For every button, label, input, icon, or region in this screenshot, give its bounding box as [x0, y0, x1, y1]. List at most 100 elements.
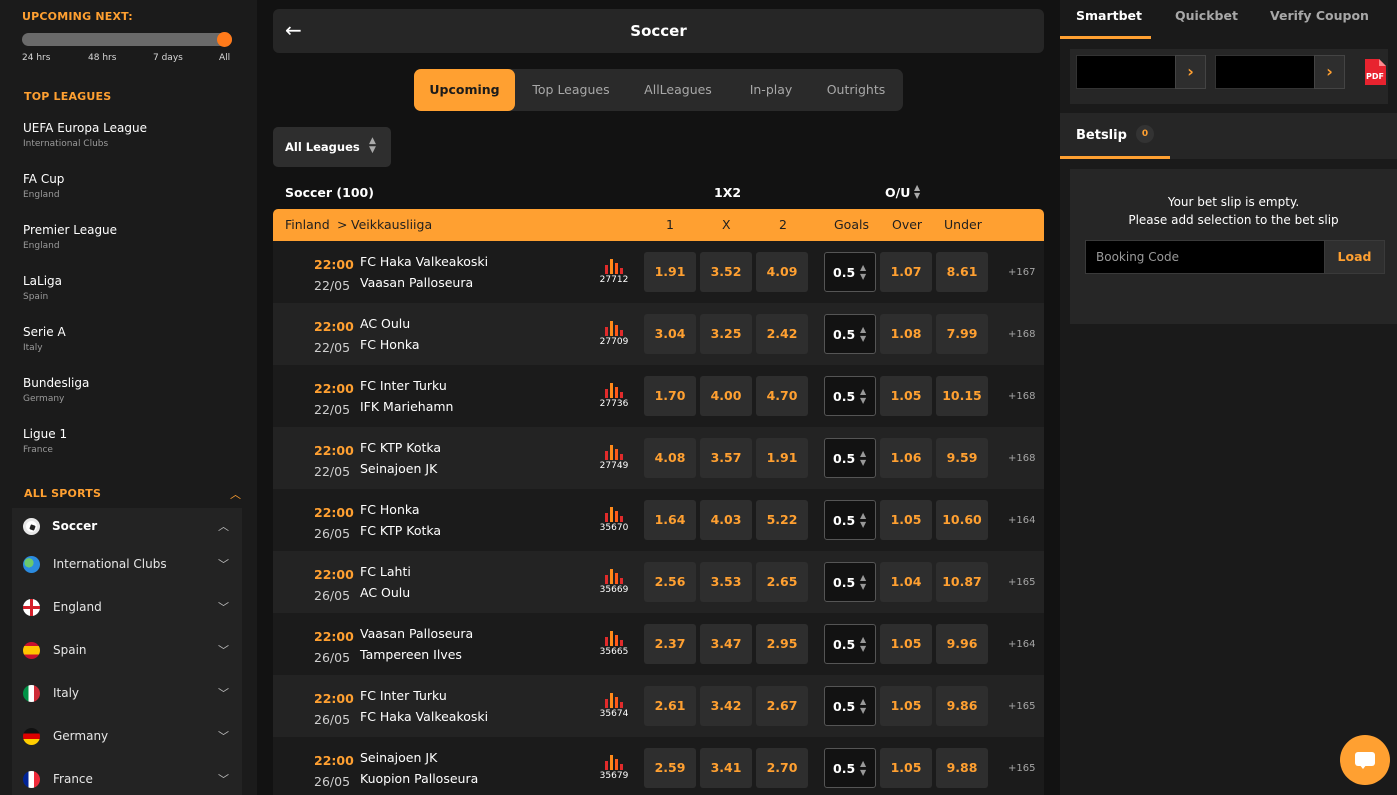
tab-upcoming[interactable]: Upcoming [414, 69, 515, 111]
odds-away-button[interactable]: 2.65 [756, 562, 808, 602]
away-team[interactable]: Vaasan Palloseura [360, 275, 473, 290]
tab-top-leagues[interactable]: Top Leagues [521, 69, 621, 111]
more-markets-link[interactable]: +165 [1008, 701, 1035, 712]
odds-home-button[interactable]: 2.61 [644, 686, 696, 726]
country-item-spain[interactable]: Spain ﹀ [12, 632, 242, 668]
stats-link[interactable]: 35679 [599, 755, 629, 781]
odds-under-button[interactable]: 7.99 [936, 314, 988, 354]
league-item[interactable]: LaLiga Spain [23, 274, 62, 302]
chevron-down-icon[interactable]: ﹀ [218, 685, 229, 701]
away-team[interactable]: FC Haka Valkeakoski [360, 709, 488, 724]
tab-verify-coupon[interactable]: Verify Coupon [1270, 8, 1369, 23]
odds-over-button[interactable]: 1.06 [880, 438, 932, 478]
match-row[interactable]: 22:00 22/05 FC KTP Kotka Seinajoen JK 27749 4… [273, 427, 1044, 489]
odds-draw-button[interactable]: 3.52 [700, 252, 752, 292]
odds-over-button[interactable]: 1.07 [880, 252, 932, 292]
more-markets-link[interactable]: +168 [1008, 453, 1035, 464]
sport-item-soccer[interactable]: Soccer ︿ [12, 508, 242, 544]
chevron-up-icon[interactable]: ︿ [218, 518, 229, 534]
stats-link[interactable]: 27709 [599, 321, 629, 347]
slider-label-24h[interactable]: 24 hrs [22, 53, 50, 63]
odds-home-button[interactable]: 2.37 [644, 624, 696, 664]
odds-home-button[interactable]: 1.64 [644, 500, 696, 540]
breadcrumb-league[interactable]: Veikkausliiga [351, 217, 432, 232]
odds-home-button[interactable]: 2.56 [644, 562, 696, 602]
away-team[interactable]: Seinajoen JK [360, 461, 437, 476]
goals-line-select[interactable]: 0.5 ▲ ▼ [824, 376, 876, 416]
stats-link[interactable]: 27712 [599, 259, 629, 285]
load-button[interactable]: Load [1324, 240, 1385, 274]
match-row[interactable]: 22:00 26/05 Vaasan Palloseura Tampereen Ilv… [273, 613, 1044, 675]
tab-outrights[interactable]: Outrights [816, 69, 896, 111]
more-markets-link[interactable]: +164 [1008, 515, 1035, 526]
tab-quickbet[interactable]: Quickbet [1175, 8, 1238, 23]
odds-home-button[interactable]: 4.08 [644, 438, 696, 478]
league-item[interactable]: Bundesliga Germany [23, 376, 89, 404]
home-team[interactable]: Vaasan Palloseura [360, 626, 473, 641]
odds-away-button[interactable]: 2.70 [756, 748, 808, 788]
away-team[interactable]: IFK Mariehamn [360, 399, 453, 414]
odds-over-button[interactable]: 1.08 [880, 314, 932, 354]
goals-line-select[interactable]: 0.5 ▲ ▼ [824, 686, 876, 726]
country-item-england[interactable]: England ﹀ [12, 589, 242, 625]
country-item-france[interactable]: France ﹀ [12, 761, 242, 795]
odds-away-button[interactable]: 1.91 [756, 438, 808, 478]
chevron-down-icon[interactable]: ﹀ [218, 599, 229, 615]
away-team[interactable]: FC KTP Kotka [360, 523, 441, 538]
league-item[interactable]: Serie A Italy [23, 325, 66, 353]
more-markets-link[interactable]: +165 [1008, 577, 1035, 588]
slider-label-48h[interactable]: 48 hrs [88, 53, 116, 63]
country-item-international-clubs[interactable]: International Clubs ﹀ [12, 546, 242, 582]
breadcrumb-country[interactable]: Finland [285, 217, 330, 232]
chevron-up-icon[interactable]: ︿ [230, 486, 241, 502]
more-markets-link[interactable]: +164 [1008, 639, 1035, 650]
odds-draw-button[interactable]: 3.57 [700, 438, 752, 478]
chevron-down-icon[interactable]: ﹀ [218, 728, 229, 744]
odds-away-button[interactable]: 4.09 [756, 252, 808, 292]
time-range-slider[interactable] [22, 32, 232, 47]
betslip-title[interactable]: Betslip [1076, 128, 1127, 143]
odds-over-button[interactable]: 1.04 [880, 562, 932, 602]
goals-line-select[interactable]: 0.5 ▲ ▼ [824, 562, 876, 602]
chevron-down-icon[interactable]: ﹀ [218, 642, 229, 658]
stats-link[interactable]: 35669 [599, 569, 629, 595]
more-markets-link[interactable]: +167 [1008, 267, 1035, 278]
odds-under-button[interactable]: 9.86 [936, 686, 988, 726]
odds-away-button[interactable]: 2.42 [756, 314, 808, 354]
goals-line-select[interactable]: 0.5 ▲ ▼ [824, 314, 876, 354]
league-item[interactable]: FA Cup England [23, 172, 64, 200]
booking-code-input[interactable]: Booking Code [1085, 240, 1325, 274]
odds-over-button[interactable]: 1.05 [880, 686, 932, 726]
goals-line-select[interactable]: 0.5 ▲ ▼ [824, 624, 876, 664]
odds-under-button[interactable]: 8.61 [936, 252, 988, 292]
smartbet-input-2[interactable] [1215, 55, 1315, 89]
stats-link[interactable]: 35670 [599, 507, 629, 533]
sort-arrows-icon[interactable]: ▲ ▼ [914, 184, 920, 200]
odds-home-button[interactable]: 1.70 [644, 376, 696, 416]
chevron-right-icon[interactable]: › [1175, 55, 1206, 89]
stats-link[interactable]: 35674 [599, 693, 629, 719]
home-team[interactable]: FC Inter Turku [360, 688, 447, 703]
away-team[interactable]: Tampereen Ilves [360, 647, 462, 662]
odds-under-button[interactable]: 10.87 [936, 562, 988, 602]
odds-under-button[interactable]: 9.88 [936, 748, 988, 788]
home-team[interactable]: AC Oulu [360, 316, 410, 331]
match-row[interactable]: 22:00 26/05 Seinajoen JK Kuopion Palloseura… [273, 737, 1044, 795]
league-item[interactable]: Ligue 1 France [23, 427, 67, 455]
more-markets-link[interactable]: +165 [1008, 763, 1035, 774]
match-row[interactable]: 22:00 22/05 FC Haka Valkeakoski Vaasan Pall… [273, 241, 1044, 303]
odds-draw-button[interactable]: 4.03 [700, 500, 752, 540]
league-select[interactable]: All Leagues ▲ ▼ [273, 127, 391, 167]
odds-draw-button[interactable]: 3.47 [700, 624, 752, 664]
stats-link[interactable]: 27749 [599, 445, 629, 471]
smartbet-input-1[interactable] [1076, 55, 1176, 89]
odds-draw-button[interactable]: 3.25 [700, 314, 752, 354]
home-team[interactable]: FC Haka Valkeakoski [360, 254, 488, 269]
chevron-down-icon[interactable]: ﹀ [218, 771, 229, 787]
slider-thumb[interactable] [217, 32, 232, 47]
more-markets-link[interactable]: +168 [1008, 329, 1035, 340]
chat-button[interactable] [1340, 735, 1390, 785]
tab-all-leagues[interactable]: AllLeagues [631, 69, 725, 111]
tab-smartbet[interactable]: Smartbet [1076, 8, 1142, 23]
match-row[interactable]: 22:00 22/05 AC Oulu FC Honka 27709 3.04 3.25 2.… [273, 303, 1044, 365]
